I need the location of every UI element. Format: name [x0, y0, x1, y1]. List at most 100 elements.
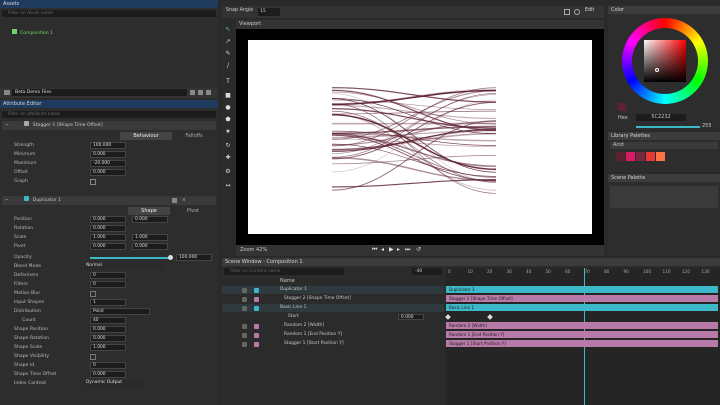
- pivot-y-field[interactable]: 0.000: [132, 243, 168, 250]
- saturation-square[interactable]: [644, 40, 686, 82]
- color-picker-handle[interactable]: [655, 68, 659, 72]
- frame-field[interactable]: -40: [412, 268, 442, 275]
- maximum-field[interactable]: -20.000: [90, 160, 126, 167]
- pivot-x-field[interactable]: 0.000: [90, 243, 126, 250]
- strength-field[interactable]: 100.000: [90, 142, 126, 149]
- alpha-field[interactable]: 255: [702, 123, 712, 129]
- attribute-search[interactable]: Filter on attribute name: [2, 111, 216, 118]
- opacity-slider-handle[interactable]: [168, 255, 173, 260]
- layer-row[interactable]: Basic Line 1: [222, 304, 444, 312]
- new-folder-icon[interactable]: [190, 90, 195, 95]
- shape-scale-field[interactable]: 1.000: [90, 344, 126, 351]
- layer-row[interactable]: Duplicator 1: [222, 286, 444, 294]
- timeline-track[interactable]: Stagger 1 [Start Position Y]: [446, 340, 718, 347]
- timeline-track[interactable]: Random 2 [Width]: [446, 322, 718, 329]
- timeline-track[interactable]: Stagger 2 [Shape Time Offset]: [446, 295, 718, 302]
- canvas[interactable]: [248, 40, 592, 234]
- position-x-field[interactable]: 0.000: [90, 216, 126, 223]
- start-field[interactable]: 0.000: [398, 314, 424, 320]
- text-tool-icon[interactable]: T: [224, 78, 232, 86]
- eye-icon[interactable]: [242, 324, 247, 329]
- step-forward-icon[interactable]: ▸: [397, 246, 400, 253]
- step-back-icon[interactable]: ◂: [381, 246, 384, 253]
- eye-icon[interactable]: [242, 342, 247, 347]
- delete-icon[interactable]: [206, 90, 211, 95]
- timeline-ruler[interactable]: 0102030405060708090100110120130140150: [446, 268, 720, 277]
- layer-row[interactable]: Stagger 1 [Start Position Y]: [222, 340, 444, 348]
- play-icon[interactable]: ▶: [389, 246, 394, 253]
- star-tool-icon[interactable]: ★: [224, 128, 232, 136]
- go-end-icon[interactable]: ⏭: [405, 246, 410, 254]
- timeline-track[interactable]: Duplicator 1: [446, 286, 718, 293]
- eye-icon[interactable]: [242, 306, 247, 311]
- motion-blur-checkbox[interactable]: [90, 291, 96, 297]
- zoom-field[interactable]: 42%: [256, 247, 267, 253]
- loop-icon[interactable]: ↺: [416, 246, 421, 253]
- rotation-field[interactable]: 0.000: [90, 225, 126, 232]
- tab-pivot[interactable]: Pivot: [170, 207, 216, 215]
- spiral-tool-icon[interactable]: ↻: [224, 142, 232, 150]
- grid-icon[interactable]: [564, 9, 570, 15]
- brush-tool-icon[interactable]: /: [224, 62, 232, 70]
- opacity-field[interactable]: 100.000: [176, 254, 212, 261]
- tab-falloffs[interactable]: Falloffs: [172, 132, 216, 140]
- scene-palette-area[interactable]: [610, 186, 718, 208]
- polygon-tool-icon[interactable]: ⬟: [224, 116, 232, 124]
- gear-tool-icon[interactable]: ⚙: [224, 168, 232, 176]
- shape-visibility-checkbox[interactable]: [90, 354, 96, 360]
- new-item-icon[interactable]: [198, 90, 203, 95]
- deformers-field[interactable]: 0: [90, 272, 126, 279]
- position-y-field[interactable]: 0.000: [132, 216, 168, 223]
- palette-swatch[interactable]: [616, 152, 625, 161]
- select-tool-icon[interactable]: ↖: [224, 26, 232, 34]
- snap-angle-field[interactable]: 15: [258, 8, 280, 16]
- minimum-field[interactable]: 0.000: [90, 151, 126, 158]
- rectangle-tool-icon[interactable]: ■: [224, 92, 232, 100]
- scene-search[interactable]: Filter on Content name: [224, 268, 344, 275]
- anchor-tool-icon[interactable]: ✚: [224, 154, 232, 162]
- palette-swatch[interactable]: [646, 152, 655, 161]
- tab-behaviour[interactable]: Behaviour: [120, 132, 172, 140]
- close-icon[interactable]: ×: [182, 196, 186, 205]
- stagger-node-header[interactable]: − Stagger 1 [Shape Time Offset]: [2, 121, 216, 130]
- opacity-slider[interactable]: [90, 257, 170, 259]
- layer-row[interactable]: Random 2 [Width]: [222, 322, 444, 330]
- timeline-track[interactable]: Basic Line 1: [446, 304, 718, 311]
- link-icon[interactable]: [172, 198, 177, 203]
- blend-mode-select[interactable]: Normal: [84, 263, 164, 270]
- timeline-track[interactable]: Random 1 [End Position Y]: [446, 331, 718, 338]
- direct-select-tool-icon[interactable]: ↗: [224, 38, 232, 46]
- scale-y-field[interactable]: 1.000: [132, 234, 168, 241]
- layer-row[interactable]: Random 1 [End Position Y]: [222, 331, 444, 339]
- fps-label[interactable]: Edit: [585, 8, 594, 13]
- palette-swatch[interactable]: [626, 152, 635, 161]
- pan-tool-icon[interactable]: ↔: [224, 182, 232, 190]
- hex-field[interactable]: 5C2232: [636, 114, 686, 121]
- layer-row[interactable]: Start 0.000: [222, 313, 444, 321]
- palette-swatch[interactable]: [656, 152, 665, 161]
- layer-row[interactable]: Stagger 2 [Shape Time Offset]: [222, 295, 444, 303]
- graph-icon[interactable]: [90, 179, 96, 185]
- eye-icon[interactable]: [242, 333, 247, 338]
- palette-swatch[interactable]: [636, 152, 645, 161]
- palette-name[interactable]: Acid: [610, 142, 718, 149]
- go-start-icon[interactable]: ⏮: [372, 246, 377, 254]
- ellipse-tool-icon[interactable]: ●: [224, 104, 232, 112]
- scale-x-field[interactable]: 1.000: [90, 234, 126, 241]
- assets-search[interactable]: Filter on Asset name: [2, 10, 216, 17]
- tab-shape[interactable]: Shape: [128, 207, 170, 215]
- shape-time-offset-field[interactable]: 0.000: [90, 371, 126, 378]
- offset-field[interactable]: 0.000: [90, 169, 126, 176]
- shape-rotation-field[interactable]: 0.000: [90, 335, 126, 342]
- count-field[interactable]: 40: [90, 317, 126, 324]
- file-selector[interactable]: Beta Demo Files: [12, 89, 187, 96]
- alpha-slider[interactable]: [636, 126, 700, 128]
- color-wheel[interactable]: [622, 18, 708, 104]
- pen-tool-icon[interactable]: ✎: [224, 50, 232, 58]
- duplicator-node-header[interactable]: − Duplicator 1 ×: [2, 196, 216, 205]
- asset-item-composition[interactable]: Composition 1: [4, 29, 104, 36]
- filters-field[interactable]: 0: [90, 281, 126, 288]
- distribution-select[interactable]: Point: [90, 308, 150, 315]
- eye-icon[interactable]: [242, 297, 247, 302]
- shape-id-field[interactable]: 0: [90, 362, 126, 369]
